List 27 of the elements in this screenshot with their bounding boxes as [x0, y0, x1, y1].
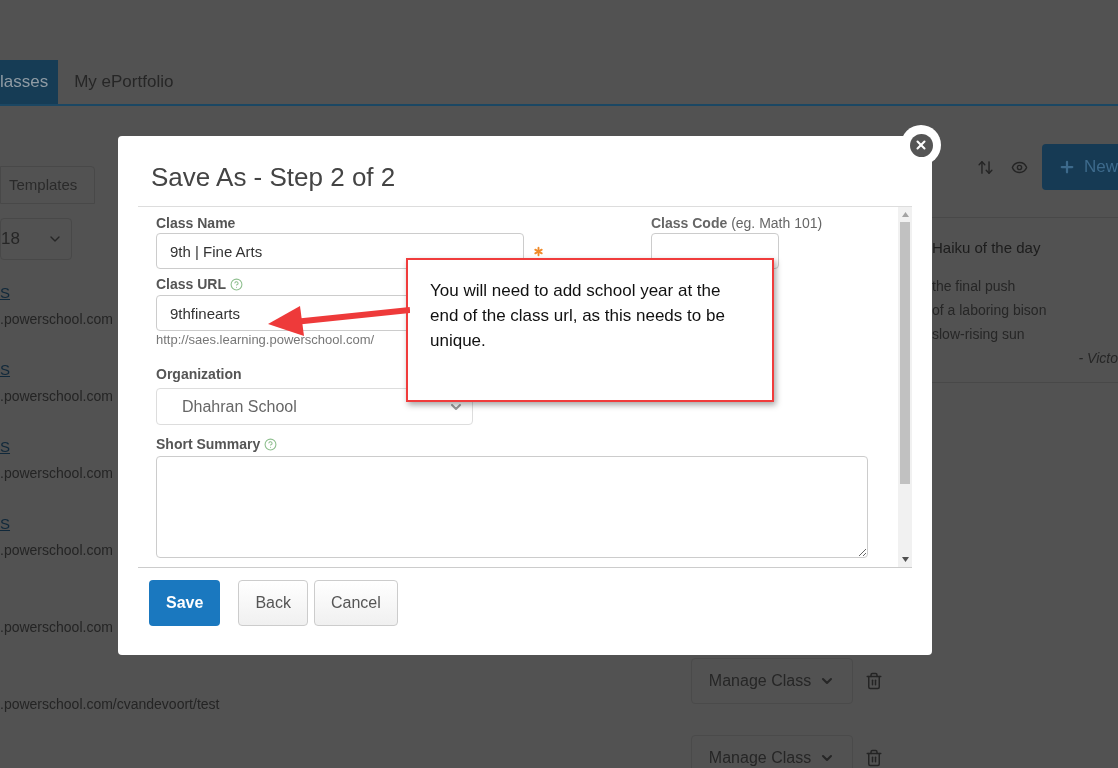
field-label: Short Summary — [156, 435, 261, 454]
field-label: Class Name — [156, 214, 236, 233]
dialog-button[interactable]: Back — [238, 580, 308, 626]
save-button[interactable]: Save — [149, 580, 221, 626]
nav-tab[interactable]: lasses — [0, 60, 59, 104]
class-name-field[interactable]: 9th | Fine Arts — [156, 233, 524, 269]
close-icon — [914, 138, 928, 152]
scroll-up-icon[interactable] — [901, 212, 909, 217]
field-label: Organization — [156, 365, 242, 384]
field-label: Class Code (eg. Math 101) — [651, 214, 823, 233]
scrollbar[interactable] — [898, 207, 912, 567]
url-hint: http://saes.learning.powerschool.com/ — [156, 332, 375, 348]
help-icon[interactable] — [230, 277, 244, 291]
field-label: Class URL — [156, 275, 227, 294]
trash-icon[interactable] — [865, 749, 883, 767]
class-link[interactable]: S — [0, 361, 10, 378]
new-button[interactable]: New — [1041, 144, 1118, 190]
help-icon[interactable] — [264, 437, 278, 451]
dialog-title: Save As - Step 2 of 2 — [151, 160, 396, 194]
class-link[interactable]: S — [0, 515, 10, 532]
trash-icon[interactable] — [865, 672, 883, 690]
scroll-down-icon[interactable] — [901, 557, 909, 562]
summary-field[interactable] — [156, 456, 868, 558]
dialog-button[interactable]: Cancel — [313, 580, 398, 626]
class-link[interactable]: S — [0, 438, 10, 455]
class-link[interactable]: S — [0, 284, 10, 301]
sort-icon[interactable] — [977, 158, 994, 176]
